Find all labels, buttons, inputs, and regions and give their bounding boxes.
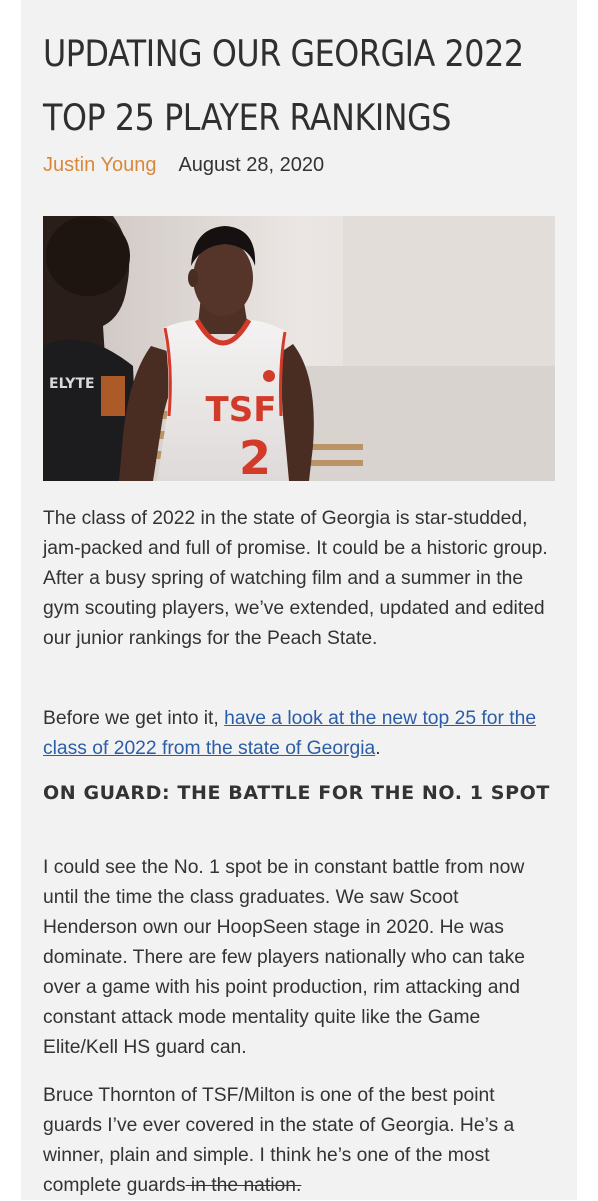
paragraph-link-intro: Before we get into it, have a look at th… xyxy=(43,704,555,764)
byline: Justin Young August 28, 2020 xyxy=(43,150,555,180)
article-card: UPDATING OUR GEORGIA 2022 TOP 25 PLAYER … xyxy=(21,0,577,1200)
paragraph-bruce-struck: in the nation. xyxy=(185,1175,302,1196)
paragraph-scoot: I could see the No. 1 spot be in constan… xyxy=(43,857,525,1058)
paragraph-bruce: Bruce Thornton of TSF/Milton is one of t… xyxy=(43,1081,555,1201)
hero-image: ELYTE TSF 2 xyxy=(43,216,555,481)
jersey-team-text: TSF xyxy=(206,390,277,430)
section-heading: ON GUARD: THE BATTLE FOR THE NO. 1 SPOT xyxy=(43,782,550,804)
background-jersey-text: ELYTE xyxy=(49,376,95,392)
paragraph-link-prefix: Before we get into it, xyxy=(43,708,225,729)
title-line-1: UPDATING OUR GEORGIA 2022 xyxy=(43,32,524,75)
title-line-2: TOP 25 PLAYER RANKINGS xyxy=(43,96,451,139)
paragraph-intro: The class of 2022 in the state of Georgi… xyxy=(43,508,548,649)
jersey-number: 2 xyxy=(239,431,271,481)
paragraph-link-suffix: . xyxy=(375,738,381,759)
publish-date: August 28, 2020 xyxy=(178,154,325,176)
article-content: UPDATING OUR GEORGIA 2022 TOP 25 PLAYER … xyxy=(43,0,556,1196)
article-title: UPDATING OUR GEORGIA 2022 TOP 25 PLAYER … xyxy=(43,0,556,150)
author-link[interactable]: Justin Young xyxy=(43,154,156,176)
